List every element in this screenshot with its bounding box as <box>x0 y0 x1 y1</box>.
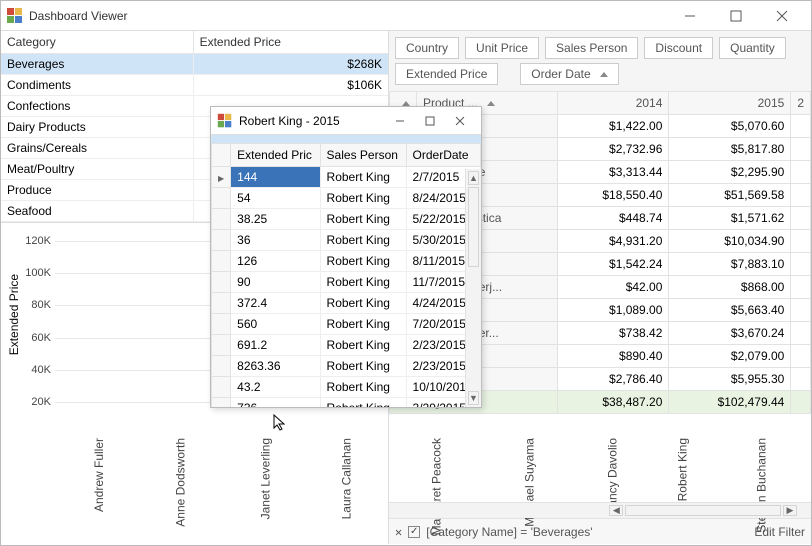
year-col-2015[interactable]: 2015 <box>669 92 791 115</box>
maximize-button[interactable] <box>713 2 759 30</box>
detail-row[interactable]: 560Robert King7/20/2015 <box>212 314 481 335</box>
close-button[interactable] <box>759 2 805 30</box>
popup-col-extprice[interactable]: Extended Pric <box>231 144 320 167</box>
col-extended-price[interactable]: Extended Price <box>193 31 388 54</box>
y-tick: 20K <box>31 396 55 408</box>
app-icon <box>7 8 23 24</box>
window-title: Dashboard Viewer <box>29 9 667 23</box>
x-tick: Anne Dodsworth <box>129 434 218 484</box>
filter-area[interactable]: Country Unit Price Sales Person Discount Qua… <box>389 31 811 63</box>
titlebar: Dashboard Viewer <box>1 1 811 31</box>
year-col-2014[interactable]: 2014 <box>557 92 669 115</box>
y-tick: 100K <box>25 267 55 279</box>
category-row[interactable]: Condiments$106K <box>1 75 388 96</box>
filter-chip[interactable]: Country <box>395 37 459 59</box>
sort-asc-icon <box>487 101 495 106</box>
detail-row[interactable]: 144Robert King2/7/2015 <box>212 167 481 188</box>
chart-y-label: Extended Price <box>7 274 21 355</box>
col-category[interactable]: Category <box>1 31 193 54</box>
column-field-chip[interactable]: Order Date <box>520 63 619 85</box>
y-tick: 40K <box>31 364 55 376</box>
y-tick: 60K <box>31 332 55 344</box>
detail-popup: Robert King - 2015 Extended Pric Sales P… <box>210 106 482 408</box>
scroll-thumb[interactable] <box>468 187 479 267</box>
filter-bar: ✕ ✓ [Category Name] = 'Beverages' Edit F… <box>389 518 811 544</box>
category-row[interactable]: Beverages$268K <box>1 54 388 75</box>
popup-v-scrollbar[interactable]: ▲ ▼ <box>465 169 481 407</box>
x-tick: Andrew Fuller <box>55 434 129 484</box>
popup-col-orderdate[interactable]: OrderDate <box>406 144 480 167</box>
x-tick: Janet Leverling <box>218 434 299 484</box>
year-col-extra[interactable]: 2 <box>791 92 811 115</box>
scroll-down-icon[interactable]: ▼ <box>468 391 479 405</box>
row-selector-header[interactable] <box>212 144 231 167</box>
detail-row[interactable]: 54Robert King8/24/2015 <box>212 188 481 209</box>
filter-chip[interactable]: Unit Price <box>465 37 539 59</box>
popup-maximize-button[interactable] <box>415 107 445 135</box>
filter-chip[interactable]: Discount <box>644 37 713 59</box>
data-area-row: Extended Price Order Date <box>389 63 811 91</box>
filter-expression: [Category Name] = 'Beverages' <box>426 525 592 539</box>
h-scrollbar[interactable]: ◀ ▶ <box>389 502 811 518</box>
scroll-left-icon[interactable]: ◀ <box>609 505 623 516</box>
detail-row[interactable]: 36Robert King5/30/2015 <box>212 230 481 251</box>
clear-filter-icon[interactable]: ✕ <box>395 525 402 539</box>
popup-title: Robert King - 2015 <box>239 114 385 128</box>
detail-row[interactable]: 126Robert King8/11/2015 <box>212 251 481 272</box>
popup-close-button[interactable] <box>445 107 475 135</box>
detail-row[interactable]: 90Robert King11/7/2015 <box>212 272 481 293</box>
filter-chip[interactable]: Sales Person <box>545 37 638 59</box>
detail-row[interactable]: 8263.36Robert King2/23/2015 <box>212 356 481 377</box>
y-tick: 120K <box>25 235 55 247</box>
filter-enabled-checkbox[interactable]: ✓ <box>408 526 420 538</box>
scroll-right-icon[interactable]: ▶ <box>783 505 797 516</box>
y-tick: 80K <box>31 299 55 311</box>
x-tick: Laura Callahan <box>299 434 380 484</box>
scroll-up-icon[interactable]: ▲ <box>468 171 479 185</box>
minimize-button[interactable] <box>667 2 713 30</box>
sort-asc-icon <box>600 72 608 77</box>
popup-col-salesperson[interactable]: Sales Person <box>320 144 406 167</box>
data-field-chip[interactable]: Extended Price <box>395 63 498 85</box>
popup-minimize-button[interactable] <box>385 107 415 135</box>
filter-chip[interactable]: Quantity <box>719 37 786 59</box>
detail-row[interactable]: 691.2Robert King2/23/2015 <box>212 335 481 356</box>
scroll-thumb[interactable] <box>625 505 781 516</box>
detail-row[interactable]: 38.25Robert King5/22/2015 <box>212 209 481 230</box>
detail-row[interactable]: 372.4Robert King4/24/2015 <box>212 293 481 314</box>
detail-row[interactable]: 736Robert King3/29/2015 <box>212 398 481 408</box>
detail-row[interactable]: 43.2Robert King10/10/2015 <box>212 377 481 398</box>
app-icon <box>218 113 232 127</box>
chart-x-axis: Andrew FullerAnne DodsworthJanet Leverli… <box>55 434 384 484</box>
main-window: Dashboard Viewer Category Extended Price… <box>0 0 812 546</box>
